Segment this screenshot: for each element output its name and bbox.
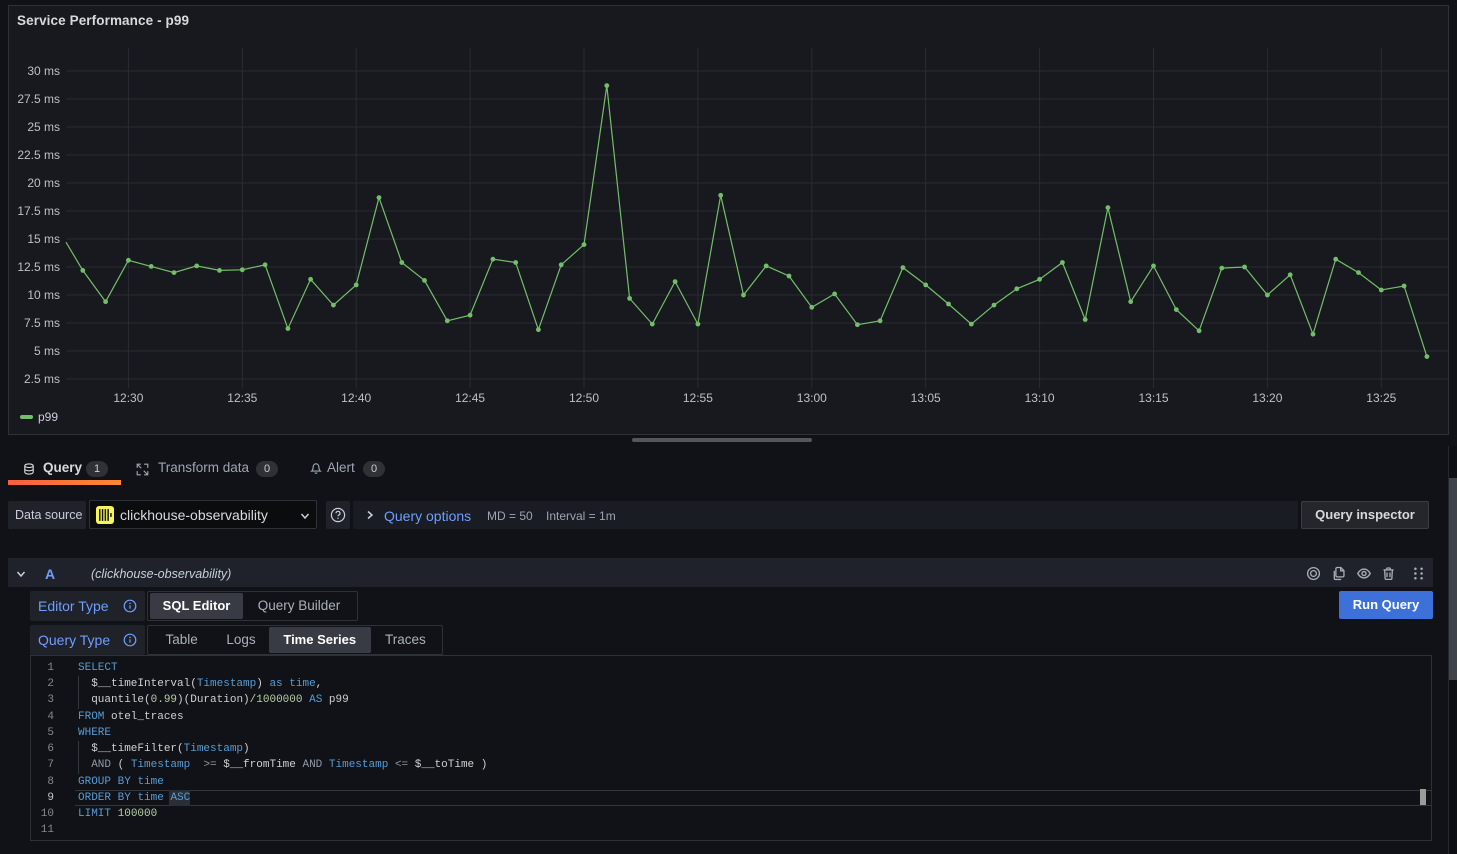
svg-text:27.5 ms: 27.5 ms <box>17 92 60 106</box>
svg-text:15 ms: 15 ms <box>27 232 60 246</box>
svg-text:17.5 ms: 17.5 ms <box>17 204 60 218</box>
svg-text:13:05: 13:05 <box>911 391 941 405</box>
svg-text:25 ms: 25 ms <box>27 120 60 134</box>
svg-text:5 ms: 5 ms <box>34 344 60 358</box>
svg-text:12:30: 12:30 <box>113 391 143 405</box>
svg-text:13:25: 13:25 <box>1366 391 1396 405</box>
svg-text:12:55: 12:55 <box>683 391 713 405</box>
svg-text:20 ms: 20 ms <box>27 176 60 190</box>
svg-text:12.5 ms: 12.5 ms <box>17 260 60 274</box>
svg-text:13:00: 13:00 <box>797 391 827 405</box>
svg-text:12:40: 12:40 <box>341 391 371 405</box>
svg-text:2.5 ms: 2.5 ms <box>24 372 60 386</box>
svg-text:12:50: 12:50 <box>569 391 599 405</box>
svg-text:22.5 ms: 22.5 ms <box>17 148 60 162</box>
svg-text:12:45: 12:45 <box>455 391 485 405</box>
svg-text:13:15: 13:15 <box>1138 391 1168 405</box>
svg-text:30 ms: 30 ms <box>27 64 60 78</box>
svg-text:10 ms: 10 ms <box>27 288 60 302</box>
svg-text:12:35: 12:35 <box>227 391 257 405</box>
svg-text:7.5 ms: 7.5 ms <box>24 316 60 330</box>
svg-text:13:20: 13:20 <box>1252 391 1282 405</box>
svg-text:13:10: 13:10 <box>1025 391 1055 405</box>
